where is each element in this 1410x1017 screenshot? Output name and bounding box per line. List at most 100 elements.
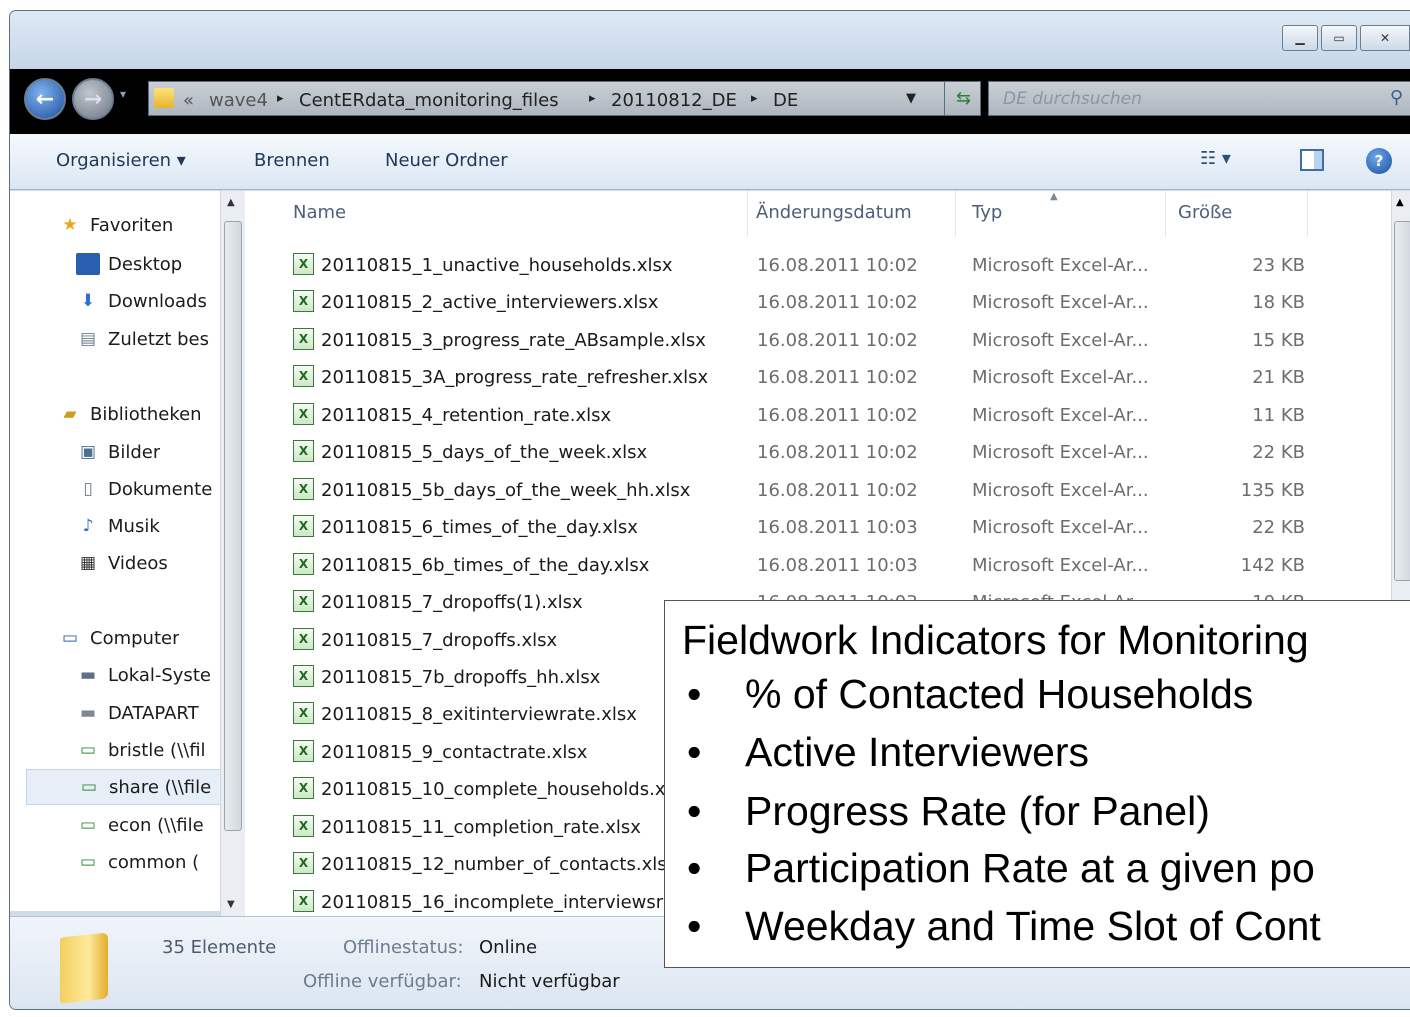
overlay-list-item-text: % of Contacted Households: [745, 671, 1254, 717]
sidebar-item-desktop[interactable]: Desktop: [76, 246, 182, 282]
breadcrumb-overflow[interactable]: «: [183, 90, 194, 111]
breadcrumb-separator-icon[interactable]: ▸: [277, 91, 284, 106]
sidebar-item-downloads[interactable]: ⬇ Downloads: [76, 283, 207, 319]
arrow-right-icon: →: [83, 86, 103, 112]
bullet-icon: •: [687, 671, 702, 717]
breadcrumb-separator-icon[interactable]: ▸: [751, 91, 758, 106]
file-row[interactable]: X 20110815_5b_days_of_the_week_hh.xlsx 16.…: [245, 472, 1385, 509]
file-name: 20110815_1_unactive_households.xlsx: [321, 255, 673, 276]
breadcrumb-de[interactable]: DE: [773, 90, 798, 111]
sidebar-item-favorites[interactable]: ★ Favoriten: [58, 207, 173, 243]
drive-icon: ▬: [79, 703, 97, 723]
burn-button[interactable]: Brennen: [254, 150, 330, 171]
file-row[interactable]: X 20110815_1_unactive_households.xlsx 16.0…: [245, 247, 1385, 284]
file-type: Microsoft Excel-Ar...: [972, 442, 1149, 464]
scroll-up-icon[interactable]: ▲: [227, 197, 235, 208]
breadcrumb-separator-icon[interactable]: ▸: [589, 91, 596, 106]
file-date: 16.08.2011 10:02: [757, 479, 918, 501]
excel-file-icon: X: [293, 739, 314, 762]
file-date: 16.08.2011 10:02: [757, 367, 918, 389]
offline-availability-label: Offline verfügbar:: [303, 971, 462, 992]
excel-file-icon: X: [293, 702, 314, 725]
column-header-name[interactable]: Name: [283, 191, 748, 237]
sidebar-item-datapart[interactable]: ▬ DATAPART: [76, 695, 199, 731]
file-row[interactable]: X 20110815_4_retention_rate.xlsx 16.08.201…: [245, 397, 1385, 434]
address-bar[interactable]: « wave4 ▸ CentERdata_monitoring_files ▸ …: [148, 81, 981, 116]
new-folder-button[interactable]: Neuer Ordner: [385, 150, 508, 171]
documents-icon: ▯: [83, 479, 93, 499]
scroll-down-icon[interactable]: ▼: [227, 899, 235, 910]
preview-pane-icon[interactable]: [1300, 149, 1324, 171]
back-button[interactable]: ←: [24, 78, 66, 120]
offline-status-label: Offlinestatus:: [343, 937, 464, 958]
excel-file-icon: X: [293, 627, 314, 650]
column-header-type[interactable]: Typ: [956, 191, 1166, 237]
scrollbar-thumb[interactable]: [1394, 221, 1410, 581]
offline-status-value: Online: [479, 937, 538, 958]
sidebar-item-share[interactable]: ▭ share (\\file: [26, 769, 221, 805]
file-date: 16.08.2011 10:02: [757, 404, 918, 426]
refresh-icon: ⇆: [955, 88, 972, 109]
sidebar-item-videos[interactable]: ▦ Videos: [76, 545, 168, 581]
file-row[interactable]: X 20110815_3_progress_rate_ABsample.xlsx 1…: [245, 322, 1385, 359]
excel-file-icon: X: [293, 664, 314, 687]
videos-icon: ▦: [79, 553, 97, 573]
file-size: 22 KB: [1252, 517, 1305, 539]
search-icon[interactable]: ⚲: [1390, 87, 1403, 108]
search-box[interactable]: DE durchsuchen ⚲: [988, 81, 1410, 116]
file-row[interactable]: X 20110815_6b_times_of_the_day.xlsx 16.08.…: [245, 547, 1385, 584]
file-name: 20110815_12_number_of_contacts.xls: [321, 854, 667, 876]
local-disk-icon: ▬: [79, 665, 97, 685]
address-dropdown-icon[interactable]: ▼: [906, 91, 916, 106]
sidebar-item-computer[interactable]: ▭ Computer: [58, 620, 180, 656]
sidebar-item-bristle[interactable]: ▭ bristle (\\fil: [76, 732, 206, 768]
breadcrumb-monitoring-files[interactable]: CentERdata_monitoring_files: [299, 90, 559, 111]
help-icon[interactable]: ?: [1366, 148, 1392, 174]
sidebar-item-common[interactable]: ▭ common (: [76, 844, 199, 880]
scrollbar-thumb[interactable]: [224, 221, 242, 831]
file-row[interactable]: X 20110815_2_active_interviewers.xlsx 16.0…: [245, 284, 1385, 321]
search-input[interactable]: DE durchsuchen: [1003, 89, 1142, 109]
refresh-button[interactable]: ⇆: [944, 82, 982, 115]
sidebar-item-label: Musik: [108, 515, 160, 537]
sidebar-item-documents[interactable]: ▯ Dokumente: [76, 471, 212, 507]
minimize-button[interactable]: ▁: [1282, 25, 1318, 51]
breadcrumb-wave4[interactable]: wave4: [209, 90, 268, 111]
column-header-size[interactable]: Größe: [1166, 191, 1308, 237]
forward-button[interactable]: →: [72, 78, 114, 120]
recent-icon: ▤: [79, 329, 97, 349]
computer-icon: ▭: [61, 628, 79, 648]
sidebar-item-pictures[interactable]: ▣ Bilder: [76, 434, 160, 470]
scroll-up-icon[interactable]: ▲: [1396, 197, 1404, 208]
history-dropdown-button[interactable]: ▾: [120, 87, 126, 101]
offline-availability-value: Nicht verfügbar: [479, 971, 620, 992]
breadcrumb-20110812-de[interactable]: 20110812_DE: [611, 90, 737, 111]
file-date: 16.08.2011 10:02: [757, 255, 918, 276]
file-row[interactable]: X 20110815_3A_progress_rate_refresher.xls…: [245, 359, 1385, 396]
organize-button[interactable]: Organisieren ▾: [56, 150, 186, 171]
sidebar-item-econ[interactable]: ▭ econ (\\file: [76, 807, 204, 843]
sidebar-item-libraries[interactable]: ▰ Bibliotheken: [58, 396, 201, 432]
sidebar-item-recent[interactable]: ▤ Zuletzt bes: [76, 321, 209, 357]
excel-file-icon: X: [293, 327, 314, 350]
excel-file-icon: X: [293, 290, 314, 313]
maximize-button[interactable]: ▭: [1321, 25, 1357, 51]
navigation-pane-scrollbar[interactable]: ▲ ▼: [220, 191, 245, 916]
network-drive-icon: ▭: [79, 852, 97, 872]
file-size: 135 KB: [1240, 479, 1305, 501]
sidebar-item-label: Favoriten: [90, 214, 174, 236]
file-name: 20110815_5b_days_of_the_week_hh.xlsx: [321, 479, 691, 501]
file-type: Microsoft Excel-Ar...: [972, 292, 1149, 314]
view-options-icon[interactable]: ☷ ▾: [1200, 148, 1231, 169]
file-row[interactable]: X 20110815_6_times_of_the_day.xlsx 16.08.2…: [245, 509, 1385, 546]
column-header-date[interactable]: Änderungsdatum: [748, 191, 956, 237]
sidebar-item-local-disk[interactable]: ▬ Lokal-Syste: [76, 657, 211, 693]
file-name: 20110815_7_dropoffs(1).xlsx: [321, 592, 583, 614]
file-date: 16.08.2011 10:03: [757, 554, 918, 576]
overlay-list-item-text: Participation Rate at a given po: [745, 845, 1315, 891]
excel-file-icon: X: [293, 477, 314, 500]
sidebar-item-music[interactable]: ♪ Musik: [76, 508, 160, 544]
close-button[interactable]: ✕: [1360, 25, 1410, 51]
file-name: 20110815_8_exitinterviewrate.xlsx: [321, 704, 637, 726]
file-row[interactable]: X 20110815_5_days_of_the_week.xlsx 16.08.2…: [245, 434, 1385, 471]
